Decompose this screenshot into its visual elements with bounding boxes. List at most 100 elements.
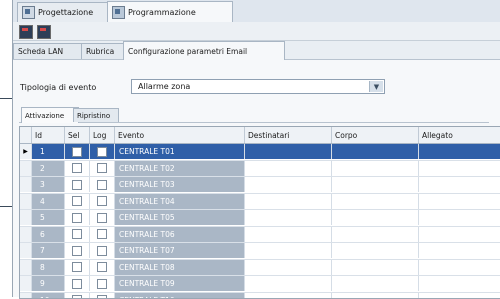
attachment-cell[interactable] (419, 276, 500, 291)
row-selector[interactable] (20, 161, 32, 176)
sel-checkbox[interactable] (72, 213, 82, 223)
recipients-cell[interactable] (245, 144, 332, 159)
log-checkbox[interactable] (97, 229, 107, 239)
table-row[interactable]: 3CENTRALE T03 (20, 177, 500, 194)
column-header[interactable]: Corpo (332, 127, 419, 143)
sel-checkbox[interactable] (72, 147, 82, 157)
row-selector[interactable] (20, 293, 32, 299)
table-row[interactable]: 4CENTRALE T04 (20, 194, 500, 211)
log-cell[interactable] (90, 243, 115, 258)
body-cell[interactable] (332, 243, 419, 258)
sel-cell[interactable] (65, 194, 90, 209)
log-checkbox[interactable] (97, 246, 107, 256)
sel-checkbox[interactable] (72, 295, 82, 299)
body-cell[interactable] (332, 161, 419, 176)
sel-checkbox[interactable] (72, 229, 82, 239)
sel-cell[interactable] (65, 161, 90, 176)
body-cell[interactable] (332, 260, 419, 275)
log-checkbox[interactable] (97, 295, 107, 299)
tab-email-config[interactable]: Configurazione parametri Email (123, 41, 285, 60)
tab-scheda-lan[interactable]: Scheda LAN (13, 43, 89, 59)
table-row[interactable]: 9CENTRALE T09 (20, 276, 500, 293)
events-grid[interactable]: Id Sel Log Evento Destinatari Corpo Alle… (19, 126, 500, 299)
log-checkbox[interactable] (97, 262, 107, 272)
log-cell[interactable] (90, 227, 115, 242)
attachment-cell[interactable] (419, 293, 500, 299)
recipients-cell[interactable] (245, 276, 332, 291)
column-header[interactable]: Sel (65, 127, 90, 143)
recipients-cell[interactable] (245, 161, 332, 176)
row-selector[interactable] (20, 194, 32, 209)
recipients-cell[interactable] (245, 177, 332, 192)
tab-ripristino[interactable]: Ripristino (73, 108, 119, 122)
sel-checkbox[interactable] (72, 196, 82, 206)
row-selector[interactable] (20, 227, 32, 242)
recipients-cell[interactable] (245, 260, 332, 275)
table-row[interactable]: 2CENTRALE T02 (20, 161, 500, 178)
column-header[interactable]: Log (90, 127, 115, 143)
sel-cell[interactable] (65, 144, 90, 159)
save-all-icon[interactable] (37, 25, 51, 39)
attachment-cell[interactable] (419, 210, 500, 225)
log-checkbox[interactable] (97, 213, 107, 223)
sel-cell[interactable] (65, 276, 90, 291)
sel-cell[interactable] (65, 293, 90, 299)
column-header[interactable]: Evento (115, 127, 245, 143)
attachment-cell[interactable] (419, 144, 500, 159)
body-cell[interactable] (332, 194, 419, 209)
log-cell[interactable] (90, 194, 115, 209)
recipients-cell[interactable] (245, 194, 332, 209)
log-cell[interactable] (90, 260, 115, 275)
column-header[interactable]: Allegato (419, 127, 500, 143)
sel-checkbox[interactable] (72, 279, 82, 289)
log-cell[interactable] (90, 293, 115, 299)
sel-cell[interactable] (65, 227, 90, 242)
log-cell[interactable] (90, 177, 115, 192)
row-selector[interactable] (20, 177, 32, 192)
log-checkbox[interactable] (97, 196, 107, 206)
body-cell[interactable] (332, 144, 419, 159)
body-cell[interactable] (332, 227, 419, 242)
event-type-select[interactable]: Allarme zona ▼ (131, 79, 385, 94)
tab-progettazione[interactable]: Progettazione (17, 2, 117, 22)
sel-checkbox[interactable] (72, 180, 82, 190)
table-row[interactable]: ▶1CENTRALE T01 (20, 144, 500, 161)
body-cell[interactable] (332, 276, 419, 291)
table-row[interactable]: 7CENTRALE T07 (20, 243, 500, 260)
sel-checkbox[interactable] (72, 262, 82, 272)
row-selector[interactable] (20, 260, 32, 275)
sel-cell[interactable] (65, 260, 90, 275)
table-row[interactable]: 8CENTRALE T08 (20, 260, 500, 277)
column-header[interactable]: Id (32, 127, 65, 143)
row-selector[interactable] (20, 243, 32, 258)
attachment-cell[interactable] (419, 260, 500, 275)
log-cell[interactable] (90, 161, 115, 176)
log-checkbox[interactable] (97, 279, 107, 289)
save-icon[interactable] (19, 25, 33, 39)
table-row[interactable]: 5CENTRALE T05 (20, 210, 500, 227)
attachment-cell[interactable] (419, 194, 500, 209)
sel-checkbox[interactable] (72, 163, 82, 173)
tab-attivazione[interactable]: Attivazione (21, 107, 79, 123)
log-checkbox[interactable] (97, 180, 107, 190)
row-selector[interactable] (20, 276, 32, 291)
recipients-cell[interactable] (245, 243, 332, 258)
body-cell[interactable] (332, 177, 419, 192)
tab-programmazione[interactable]: Programmazione (107, 1, 233, 23)
attachment-cell[interactable] (419, 161, 500, 176)
attachment-cell[interactable] (419, 227, 500, 242)
recipients-cell[interactable] (245, 227, 332, 242)
column-header[interactable]: Destinatari (245, 127, 332, 143)
log-cell[interactable] (90, 210, 115, 225)
body-cell[interactable] (332, 210, 419, 225)
sel-cell[interactable] (65, 177, 90, 192)
sel-checkbox[interactable] (72, 246, 82, 256)
table-row[interactable]: 10CENTRALE T10 (20, 293, 500, 299)
recipients-cell[interactable] (245, 210, 332, 225)
sel-cell[interactable] (65, 210, 90, 225)
row-selector[interactable] (20, 210, 32, 225)
recipients-cell[interactable] (245, 293, 332, 299)
log-cell[interactable] (90, 144, 115, 159)
log-checkbox[interactable] (97, 147, 107, 157)
log-checkbox[interactable] (97, 163, 107, 173)
